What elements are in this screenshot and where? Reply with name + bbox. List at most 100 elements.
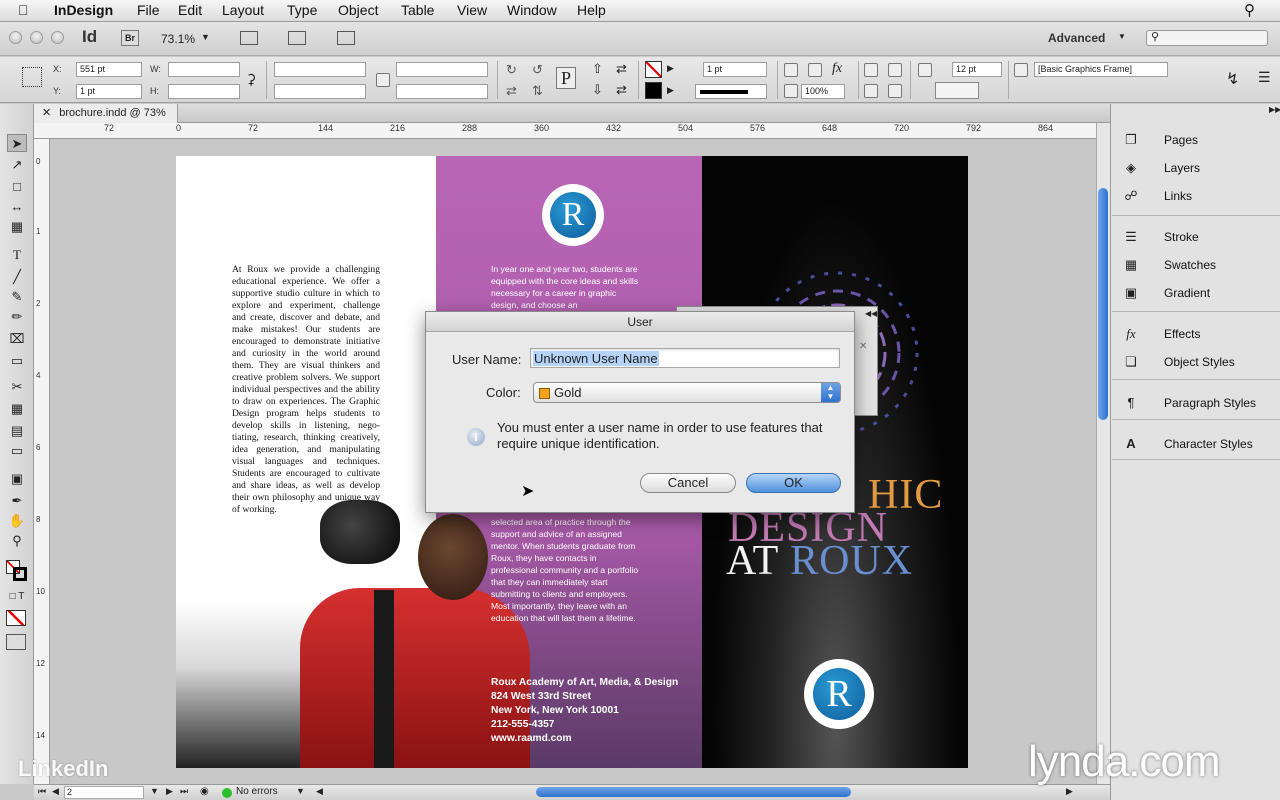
purple-body-text[interactable]: selected area of practice through the su… [491,516,641,624]
scroll-right-icon[interactable]: ▶ [1066,786,1073,797]
preflight-icon[interactable]: ◉ [200,786,209,797]
first-page-icon[interactable]: ⏮ [38,786,46,797]
fill-dropdown-icon[interactable]: ▶ [667,63,674,74]
stroke-swatch-black[interactable] [645,82,662,99]
workspace-dropdown-icon[interactable]: ▼ [1118,32,1126,41]
menu-layout[interactable]: Layout [222,2,264,18]
ok-button[interactable]: OK [746,473,841,493]
wrap-bounding-box-icon[interactable] [888,63,902,77]
next-page-icon[interactable]: ▶ [166,786,173,797]
menu-edit[interactable]: Edit [178,2,202,18]
username-input[interactable]: Unknown User Name [530,348,840,368]
help-search-input[interactable] [1146,30,1268,46]
shadow-toggle-icon[interactable] [808,63,822,77]
menu-table[interactable]: Table [401,2,434,18]
view-options-icon[interactable] [240,31,258,45]
corner-size-field[interactable]: 12 pt [952,62,1002,77]
height-field[interactable] [168,84,240,99]
panel-gradient[interactable]: ▣ Gradient [1111,279,1280,307]
spotlight-search-icon[interactable]: ⚲ [1244,1,1255,19]
page-tool-icon[interactable]: □ [7,178,27,196]
close-window-button[interactable] [9,31,22,44]
previous-page-icon[interactable]: ◀ [52,786,59,797]
rotation-field[interactable] [396,62,488,77]
scissors-tool-icon[interactable]: ✂ [7,378,27,396]
panel-character-styles[interactable]: A Character Styles [1111,430,1280,458]
gradient-feather-tool-icon[interactable]: ▭ [7,442,27,460]
stroke-weight-field[interactable]: 1 pt [703,62,767,77]
selection-tool-icon[interactable]: ➤ [7,134,27,152]
formatting-affects-icon[interactable]: □ T [7,588,27,606]
corner-shape-dropdown[interactable] [935,82,979,99]
last-page-icon[interactable]: ⏭ [180,786,188,797]
stroke-dropdown-icon[interactable]: ▶ [667,85,674,96]
frame-fitting-icon[interactable] [864,84,878,98]
eyedropper-tool-icon[interactable]: ✒ [7,492,27,510]
zoom-tool-icon[interactable]: ⚲ [7,532,27,550]
flip-horizontal-icon[interactable]: ⇄ [506,83,517,99]
collapse-dock-icon[interactable]: ▶▶ [1269,105,1280,114]
pen-tool-icon[interactable]: ✎ [7,288,27,306]
y-position-field[interactable]: 1 pt [76,84,142,99]
rotate-cw-icon[interactable]: ↻ [506,62,517,78]
corner-options-icon[interactable] [918,63,932,77]
select-previous-icon[interactable]: ⇄ [616,61,627,77]
menu-type[interactable]: Type [287,2,317,18]
panel-links[interactable]: ☍ Links [1111,182,1280,210]
stroke-type-dropdown[interactable] [695,84,767,99]
panel-object-styles[interactable]: ❏ Object Styles [1111,348,1280,376]
zoom-dropdown-icon[interactable]: ▼ [201,32,210,42]
zoom-level[interactable]: 73.1% [161,32,195,46]
scroll-left-icon[interactable]: ◀ [316,786,323,797]
text-frame-options-icon[interactable]: P [556,67,576,89]
color-select[interactable]: Gold ▲ ▼ [533,382,841,403]
shear-field[interactable] [396,84,488,99]
pencil-tool-icon[interactable]: ✏ [7,308,27,326]
panel-layers[interactable]: ◈ Layers [1111,154,1280,182]
purple-intro-text[interactable]: In year one and year two, students are e… [491,263,639,311]
control-panel-menu-icon[interactable]: ☰ [1258,69,1271,86]
note-tool-icon[interactable]: ▣ [7,470,27,488]
select-next-icon[interactable]: ⇄ [616,82,627,98]
address-block[interactable]: Roux Academy of Art, Media, & Design 824… [491,676,696,746]
stroke-proxy-icon[interactable] [13,567,27,581]
reference-point-icon[interactable] [22,67,42,87]
panel-collapse-icon[interactable]: ◀◀ [865,309,877,318]
x-position-field[interactable]: 551 pt [76,62,142,77]
apple-icon[interactable]:  [18,2,29,18]
screen-mode-normal-icon[interactable] [6,634,26,650]
fill-swatch-none[interactable] [645,61,662,78]
menu-file[interactable]: File [137,2,160,18]
minimize-window-button[interactable] [30,31,43,44]
align-text-wrap-icon[interactable] [864,63,878,77]
rotate-ccw-icon[interactable]: ↺ [532,62,543,78]
menu-object[interactable]: Object [338,2,378,18]
bridge-button[interactable]: Br [121,30,139,46]
preflight-dropdown-icon[interactable]: ▼ [296,786,305,796]
select-container-icon[interactable]: ⇧ [592,61,603,77]
flip-vertical-icon[interactable]: ⇅ [532,83,543,99]
opacity-icon[interactable] [784,84,798,98]
scale-y-field[interactable] [274,84,366,99]
drop-shadow-icon[interactable] [784,63,798,77]
menu-app-name[interactable]: InDesign [54,2,113,18]
constrain-proportions-icon[interactable]: ⚳ [246,71,256,88]
content-collector-icon[interactable]: ▦ [7,218,27,236]
apply-none-icon[interactable] [6,610,26,626]
page-dropdown-icon[interactable]: ▼ [150,786,159,796]
horizontal-scroll-thumb[interactable] [536,787,851,797]
photographer-image[interactable] [300,500,530,768]
width-field[interactable] [168,62,240,77]
wrap-jump-icon[interactable] [888,84,902,98]
panel-effects[interactable]: fx Effects [1111,320,1280,348]
screen-mode-icon[interactable] [288,31,306,45]
panel-swatches[interactable]: ▦ Swatches [1111,251,1280,279]
opacity-field[interactable]: 100% [801,84,845,99]
type-tool-icon[interactable]: T [7,246,27,264]
scale-x-field[interactable] [274,62,366,77]
direct-selection-tool-icon[interactable]: ↗ [7,156,27,174]
zoom-window-button[interactable] [51,31,64,44]
panel-paragraph-styles[interactable]: ¶ Paragraph Styles [1111,389,1280,417]
vertical-ruler[interactable]: 0 1 2 4 6 8 10 12 14 [34,139,50,784]
document-tab[interactable]: ✕ brochure.indd @ 73% [34,104,178,123]
